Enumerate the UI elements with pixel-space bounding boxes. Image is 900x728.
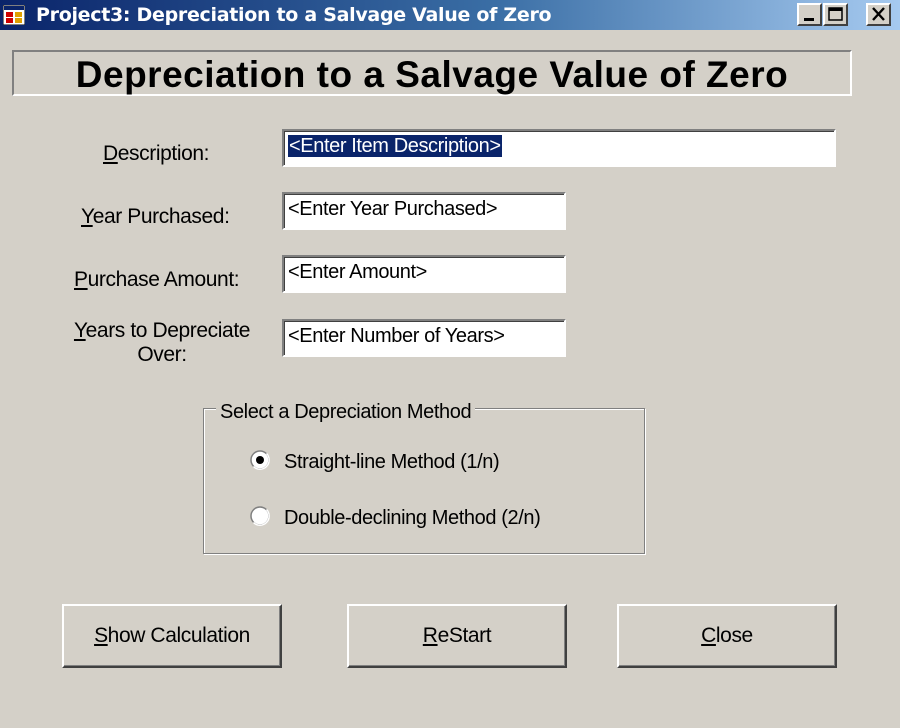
years-to-depreciate-label: Years to Depreciate Over: [62,319,262,367]
years-to-depreciate-label-mnemonic: Y [73,319,86,342]
year-purchased-label-mnemonic: Y [81,205,93,228]
minimize-icon [804,18,814,21]
close-icon [872,7,885,21]
show-calculation-mnemonic: S [94,624,108,647]
double-declining-radio[interactable] [250,506,270,526]
purchase-amount-input-value: <Enter Amount> [288,261,427,283]
maximize-icon [828,7,843,21]
close-button[interactable]: Close [617,604,837,668]
purchase-amount-label-text: urchase Amount: [87,268,240,291]
purchase-amount-label-mnemonic: P [74,268,88,291]
description-label: Description: [103,142,209,166]
year-purchased-label-text: ear Purchased: [92,205,230,228]
year-purchased-input-value: <Enter Year Purchased> [288,198,498,220]
depreciation-method-legend: Select a Depreciation Method [216,400,476,424]
description-input-value: <Enter Item Description> [288,135,502,157]
purchase-amount-input[interactable]: <Enter Amount> [282,255,566,293]
window-title: Project3: Depreciation to a Salvage Valu… [36,4,552,26]
close-mnemonic: C [701,624,716,647]
years-to-depreciate-input[interactable]: <Enter Number of Years> [282,319,566,357]
straight-line-radio[interactable] [250,450,270,470]
restart-button[interactable]: ReStart [347,604,567,668]
years-to-depreciate-label-line1: Years to Depreciate [62,319,262,343]
restart-text: eStart [437,624,492,647]
page-heading: Depreciation to a Salvage Value of Zero [75,54,789,95]
years-to-depreciate-label-text: ears to Depreciate [85,319,251,342]
app-icon [3,5,25,25]
show-calculation-text: how Calculation [107,624,251,647]
year-purchased-label: Year Purchased: [81,205,230,229]
heading-panel: Depreciation to a Salvage Value of Zero [12,50,852,96]
purchase-amount-label: Purchase Amount: [74,268,240,292]
straight-line-radio-dot [256,456,264,464]
depreciation-method-group [203,408,645,554]
close-window-button[interactable] [866,3,891,26]
straight-line-label[interactable]: Straight-line Method (1/n) [284,450,500,474]
show-calculation-button[interactable]: Show Calculation [62,604,282,668]
title-bar[interactable]: Project3: Depreciation to a Salvage Valu… [0,0,900,30]
maximize-button[interactable] [823,3,848,26]
description-label-mnemonic: D [103,142,118,165]
minimize-button[interactable] [797,3,822,26]
description-input[interactable]: <Enter Item Description> [282,129,836,167]
restart-mnemonic: R [422,624,438,647]
close-text: lose [715,624,753,647]
double-declining-label[interactable]: Double-declining Method (2/n) [284,506,541,530]
year-purchased-input[interactable]: <Enter Year Purchased> [282,192,566,230]
years-to-depreciate-label-line2: Over: [137,343,187,366]
description-label-text: escription: [117,142,210,165]
years-to-depreciate-input-value: <Enter Number of Years> [288,325,505,347]
